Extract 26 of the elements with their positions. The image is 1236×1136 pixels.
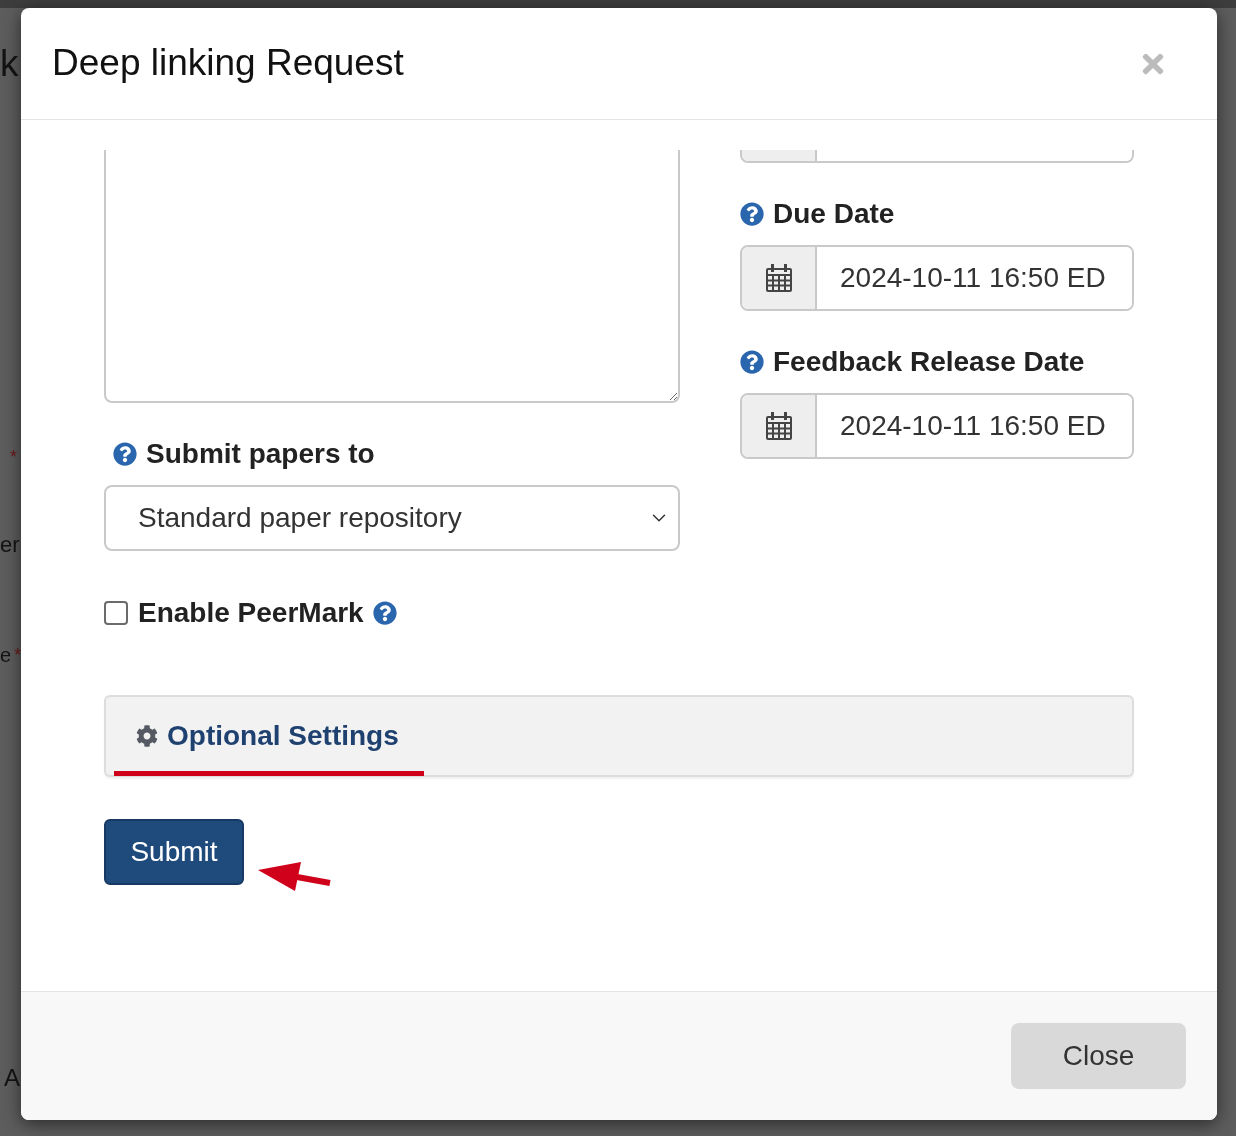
dialog-title: Deep linking Request	[52, 41, 404, 86]
close-button[interactable]: Close	[1011, 1023, 1186, 1089]
field-label: Feedback Release Date	[773, 346, 1085, 378]
gear-icon	[136, 725, 158, 747]
help-icon[interactable]	[740, 202, 764, 226]
calendar-icon[interactable]	[765, 264, 792, 292]
date-input-field[interactable]: 2024-10-11 16:50 ED	[740, 245, 1134, 311]
repository-select[interactable]: Standard paper repository	[104, 485, 680, 551]
peermark-checkbox[interactable]	[104, 601, 128, 625]
required-asterisk: *	[14, 646, 22, 664]
required-asterisk: *	[10, 448, 17, 466]
background-text: k	[0, 44, 19, 82]
calendar-icon[interactable]	[765, 412, 792, 440]
date-input-field[interactable]: 2024-10-11 16:50 ED	[740, 393, 1134, 459]
help-icon[interactable]	[740, 350, 764, 374]
help-icon[interactable]	[372, 601, 397, 625]
submit-button[interactable]: Submit	[104, 819, 244, 885]
background-text: e	[0, 645, 12, 665]
help-icon[interactable]	[113, 442, 137, 466]
field-label: Due Date	[773, 198, 895, 230]
field-label: Submit papers to	[146, 438, 375, 470]
optional-settings-link[interactable]: Optional Settings	[167, 720, 399, 752]
background-text: er	[0, 534, 20, 556]
textarea-field[interactable]	[104, 150, 680, 403]
background-text: A	[4, 1066, 20, 1090]
checkbox-label[interactable]: Enable PeerMark	[138, 597, 364, 629]
